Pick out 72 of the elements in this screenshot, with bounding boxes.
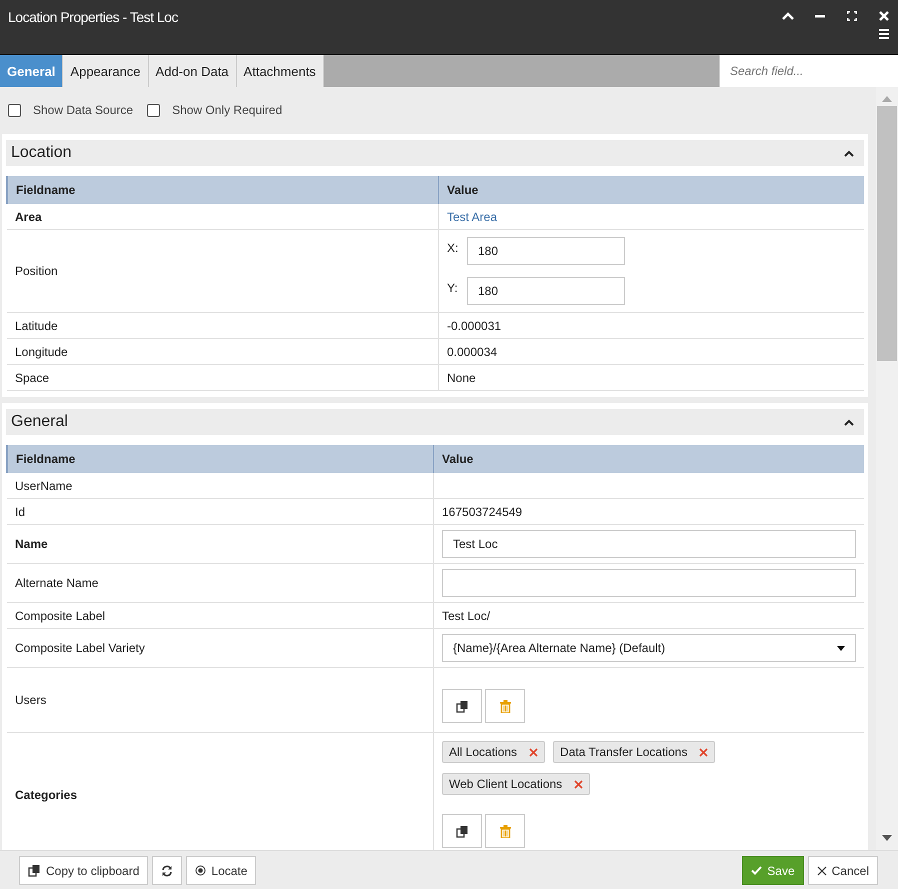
add-button[interactable]	[442, 814, 482, 848]
target-icon	[195, 865, 206, 876]
collapse-icon[interactable]	[782, 10, 794, 22]
field-label: Latitude	[7, 312, 438, 338]
input-field[interactable]: Test Loc	[442, 530, 856, 558]
checkbox-label: Show Data Source	[33, 103, 134, 117]
close-icon	[816, 866, 827, 876]
checkbox-label: Show Only Required	[172, 103, 282, 117]
check-icon	[751, 866, 762, 875]
checkbox[interactable]	[147, 104, 160, 116]
copy-icon	[456, 700, 468, 712]
axis-label: X:	[447, 240, 460, 255]
scrollbar[interactable]	[876, 87, 898, 850]
tab[interactable]: Attachments	[236, 55, 324, 87]
field-label: Name	[7, 524, 434, 564]
remove-icon[interactable]	[574, 780, 584, 788]
close-icon[interactable]	[878, 10, 890, 22]
caret-icon	[837, 646, 845, 650]
input-field[interactable]: 180	[467, 277, 625, 305]
tag-label: Web Client Locations	[449, 777, 562, 791]
field-label: Alternate Name	[7, 564, 434, 602]
trash-icon	[500, 700, 510, 712]
chevron-up-icon[interactable]	[844, 150, 854, 156]
field-label: Longitude	[7, 338, 438, 364]
table-cell: 167503724549	[434, 498, 864, 524]
trash-icon	[500, 824, 510, 838]
cancel-button[interactable]: Cancel	[808, 856, 878, 885]
remove-icon[interactable]	[529, 748, 538, 756]
tag-label: All Locations	[449, 745, 518, 759]
column-header: Fieldname	[7, 176, 438, 204]
column-header: Fieldname	[7, 445, 434, 473]
table-cell: Test Loc/	[434, 602, 864, 628]
copy-button[interactable]: Copy to clipboard	[19, 856, 148, 885]
field-label: Area	[7, 204, 438, 230]
field-label: Id	[7, 498, 434, 524]
table-cell: -0.000031	[438, 312, 864, 338]
table-cell: 0.000034	[438, 338, 864, 364]
field-label: Composite Label Variety	[7, 628, 434, 668]
expand-icon[interactable]	[846, 10, 858, 22]
refresh-icon	[161, 864, 174, 876]
copy-icon	[456, 824, 468, 838]
section-header[interactable]: General	[6, 409, 864, 435]
dropdown[interactable]: {Name}/{Area Alternate Name} (Default)	[442, 634, 856, 662]
input-field[interactable]	[442, 569, 856, 597]
locate-button[interactable]: Locate	[186, 856, 256, 885]
tag-label: Data Transfer Locations	[560, 745, 688, 759]
field-label: Space	[7, 364, 438, 390]
column-header: Value	[438, 176, 864, 204]
copy-icon	[28, 864, 41, 877]
input-field[interactable]: 180	[467, 237, 625, 265]
section-title: Location	[11, 144, 72, 162]
scroll-down-icon[interactable]	[882, 835, 892, 841]
section-header[interactable]: Location	[6, 140, 864, 166]
value-link[interactable]: Test Area	[438, 204, 864, 230]
field-label: Composite Label	[7, 602, 434, 628]
remove-icon[interactable]	[699, 748, 708, 756]
window-title: Location Properties - Test Loc	[7, 8, 179, 27]
table-cell: None	[438, 364, 864, 390]
menu-icon[interactable]	[878, 28, 890, 40]
tab[interactable]: Add-on Data	[148, 55, 237, 87]
chevron-up-icon[interactable]	[844, 418, 854, 426]
field-label: Position	[7, 230, 438, 312]
add-button[interactable]	[442, 689, 482, 723]
section-title: General	[11, 413, 68, 431]
tab[interactable]: Appearance	[63, 55, 149, 87]
field-label: UserName	[7, 473, 434, 498]
checkbox[interactable]	[8, 104, 21, 116]
search-field[interactable]: Search field...	[719, 55, 898, 87]
column-header: Value	[434, 445, 864, 473]
field-label: Users	[7, 668, 434, 732]
refresh-button[interactable]	[152, 856, 182, 885]
axis-label: Y:	[447, 280, 459, 295]
